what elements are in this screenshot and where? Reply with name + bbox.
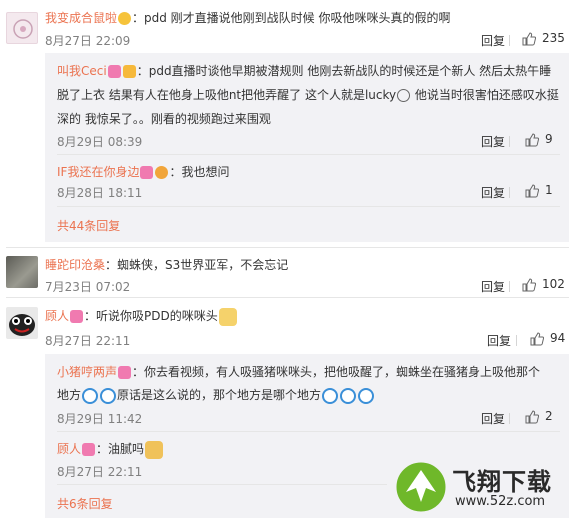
cat-emoji-icon: [218, 307, 237, 326]
doraemon-emoji-icon: [100, 387, 117, 404]
avatar[interactable]: [6, 256, 38, 288]
heart-badge-icon: [107, 65, 121, 78]
reply-text-line2a: 地方: [57, 388, 82, 402]
heart-badge-icon: [70, 310, 84, 323]
reply-button[interactable]: 回复: [481, 32, 505, 49]
reply-text: ：我也想问: [169, 165, 230, 179]
reply-line: 脱了上衣 结果有人在他身上吸他nt把他弄醒了 这个人就是lucky 他说当时很害…: [57, 86, 559, 103]
heart-badge-icon: [82, 443, 96, 456]
thumbs-up-icon: [525, 132, 539, 146]
like-count: 2: [545, 409, 553, 423]
comment-time: 8月27日 22:09: [45, 34, 131, 48]
reply-time: 8月29日 11:42: [57, 412, 143, 426]
reply-time: 8月29日 08:39: [57, 135, 143, 149]
like-count: 102: [542, 277, 565, 291]
vip-badge-icon: [122, 65, 136, 78]
reply-text: ：油腻吗: [96, 442, 145, 456]
comment-divider: [6, 247, 569, 248]
thumbs-up-icon: [525, 409, 539, 423]
comment-text: ：pdd 刚才直播说他刚到战队时候 你吸他咪咪头真的假的啊: [132, 11, 451, 25]
username-link[interactable]: 小猪哼两声: [57, 365, 117, 379]
username-link[interactable]: 叫我Ceci: [57, 64, 107, 78]
watermark-logo: 飞翔下载 www.52z.com: [392, 458, 569, 518]
reply-button[interactable]: 回复: [481, 410, 505, 427]
reply-button[interactable]: 回复: [481, 184, 505, 201]
reply-line: 地方 原话是这么说的，那个地方是哪个地方: [57, 386, 375, 404]
avatar[interactable]: [6, 307, 38, 339]
username-link[interactable]: 睡跎印沧桑: [45, 258, 105, 272]
like-count: 94: [550, 331, 566, 345]
thumbs-up-icon: [530, 331, 544, 345]
comment-text: ：蜘蛛侠，S3世界亚军，不会忘记: [105, 258, 289, 272]
reply-divider: [57, 154, 560, 155]
reply-time: 8月27日 22:11: [57, 465, 143, 479]
smile-emoji-icon: [397, 89, 411, 102]
reply-time: 8月28日 18:11: [57, 186, 143, 200]
reply-line: 小猪哼两声 ：你去看视频，有人吸骚猪咪咪头，把他吸醒了，蜘蛛坐在骚猪身上吸他那个: [57, 363, 540, 380]
reply-button[interactable]: 回复: [481, 133, 505, 150]
reply-text-line3: 深的 我惊呆了。。刚看的视频跑过来围观: [57, 112, 271, 126]
reply-button[interactable]: 回复: [481, 278, 505, 295]
like-button[interactable]: 235: [522, 31, 565, 46]
comment-time: 7月23日 07:02: [45, 280, 131, 294]
divider: [509, 35, 510, 46]
more-replies-link[interactable]: 共44条回复: [57, 217, 120, 234]
thumbs-up-icon: [525, 183, 539, 197]
thumbs-up-icon: [522, 277, 536, 291]
like-button[interactable]: 2: [525, 409, 553, 424]
doraemon-emoji-icon: [82, 387, 99, 404]
heart-badge-icon: [118, 366, 132, 379]
username-link[interactable]: IF我还在你身边: [57, 165, 139, 179]
more-replies-link[interactable]: 共6条回复: [57, 495, 113, 512]
divider: [509, 187, 510, 198]
divider: [509, 136, 510, 147]
reply-line: IF我还在你身边 ：我也想问: [57, 163, 229, 180]
like-button[interactable]: 102: [522, 277, 565, 292]
avatar-flower-icon: [13, 19, 33, 39]
doraemon-emoji-icon: [358, 387, 375, 404]
like-button[interactable]: 1: [525, 183, 553, 198]
like-count: 235: [542, 31, 565, 45]
thumbs-up-icon: [522, 31, 536, 45]
dog-emoji-icon: [145, 440, 164, 459]
comment-text: ：听说你吸PDD的咪咪头: [84, 309, 218, 323]
reply-text-line2b: 原话是这么说的，那个地方是哪个地方: [117, 388, 322, 402]
like-button[interactable]: 94: [530, 331, 565, 346]
download-logo-icon: [393, 459, 449, 515]
comment-line: 顾人 ：听说你吸PDD的咪咪头: [45, 307, 238, 326]
reply-divider: [57, 484, 387, 485]
username-link[interactable]: 顾人: [57, 442, 81, 456]
heart-badge-icon: [140, 166, 154, 179]
username-link[interactable]: 我变成合鼠啦: [45, 11, 117, 25]
watermark-title: 飞翔下载: [452, 468, 552, 496]
reply-divider: [57, 206, 560, 207]
avatar[interactable]: [6, 12, 38, 44]
comment-line: 我变成合鼠啦 ：pdd 刚才直播说他刚到战队时候 你吸他咪咪头真的假的啊: [45, 9, 451, 26]
username-link[interactable]: 顾人: [45, 309, 69, 323]
reply-divider: [57, 431, 560, 432]
reply-text-line1: ：pdd直播时谈他早期被潜规则 他刚去新战队的时候还是个新人 然后太热午睡: [136, 64, 552, 78]
divider: [509, 281, 510, 292]
monster-face-icon: [9, 314, 35, 336]
like-count: 9: [545, 132, 553, 146]
reply-button[interactable]: 回复: [487, 332, 511, 349]
watermark-url: www.52z.com: [455, 494, 546, 509]
reply-text-line2: 脱了上衣 结果有人在他身上吸他nt把他弄醒了 这个人就是lucky: [57, 88, 397, 102]
reply-text-line1: ：你去看视频，有人吸骚猪咪咪头，把他吸醒了，蜘蛛坐在骚猪身上吸他那个: [132, 365, 541, 379]
doraemon-emoji-icon: [322, 387, 339, 404]
divider: [516, 335, 517, 346]
like-count: 1: [545, 183, 553, 197]
reply-line: 顾人 ：油腻吗: [57, 440, 164, 459]
balloon-badge-icon: [155, 166, 169, 179]
vip-badge-icon: [118, 12, 132, 25]
comment-divider: [6, 297, 569, 298]
doraemon-emoji-icon: [340, 387, 357, 404]
reply-text-line2b: 他说当时很害怕还感叹水挺: [411, 88, 559, 102]
comment-line: 睡跎印沧桑：蜘蛛侠，S3世界亚军，不会忘记: [45, 256, 288, 273]
like-button[interactable]: 9: [525, 132, 553, 147]
reply-line: 叫我Ceci ：pdd直播时谈他早期被潜规则 他刚去新战队的时候还是个新人 然后太…: [57, 62, 551, 79]
divider: [509, 413, 510, 424]
comment-time: 8月27日 22:11: [45, 334, 131, 348]
